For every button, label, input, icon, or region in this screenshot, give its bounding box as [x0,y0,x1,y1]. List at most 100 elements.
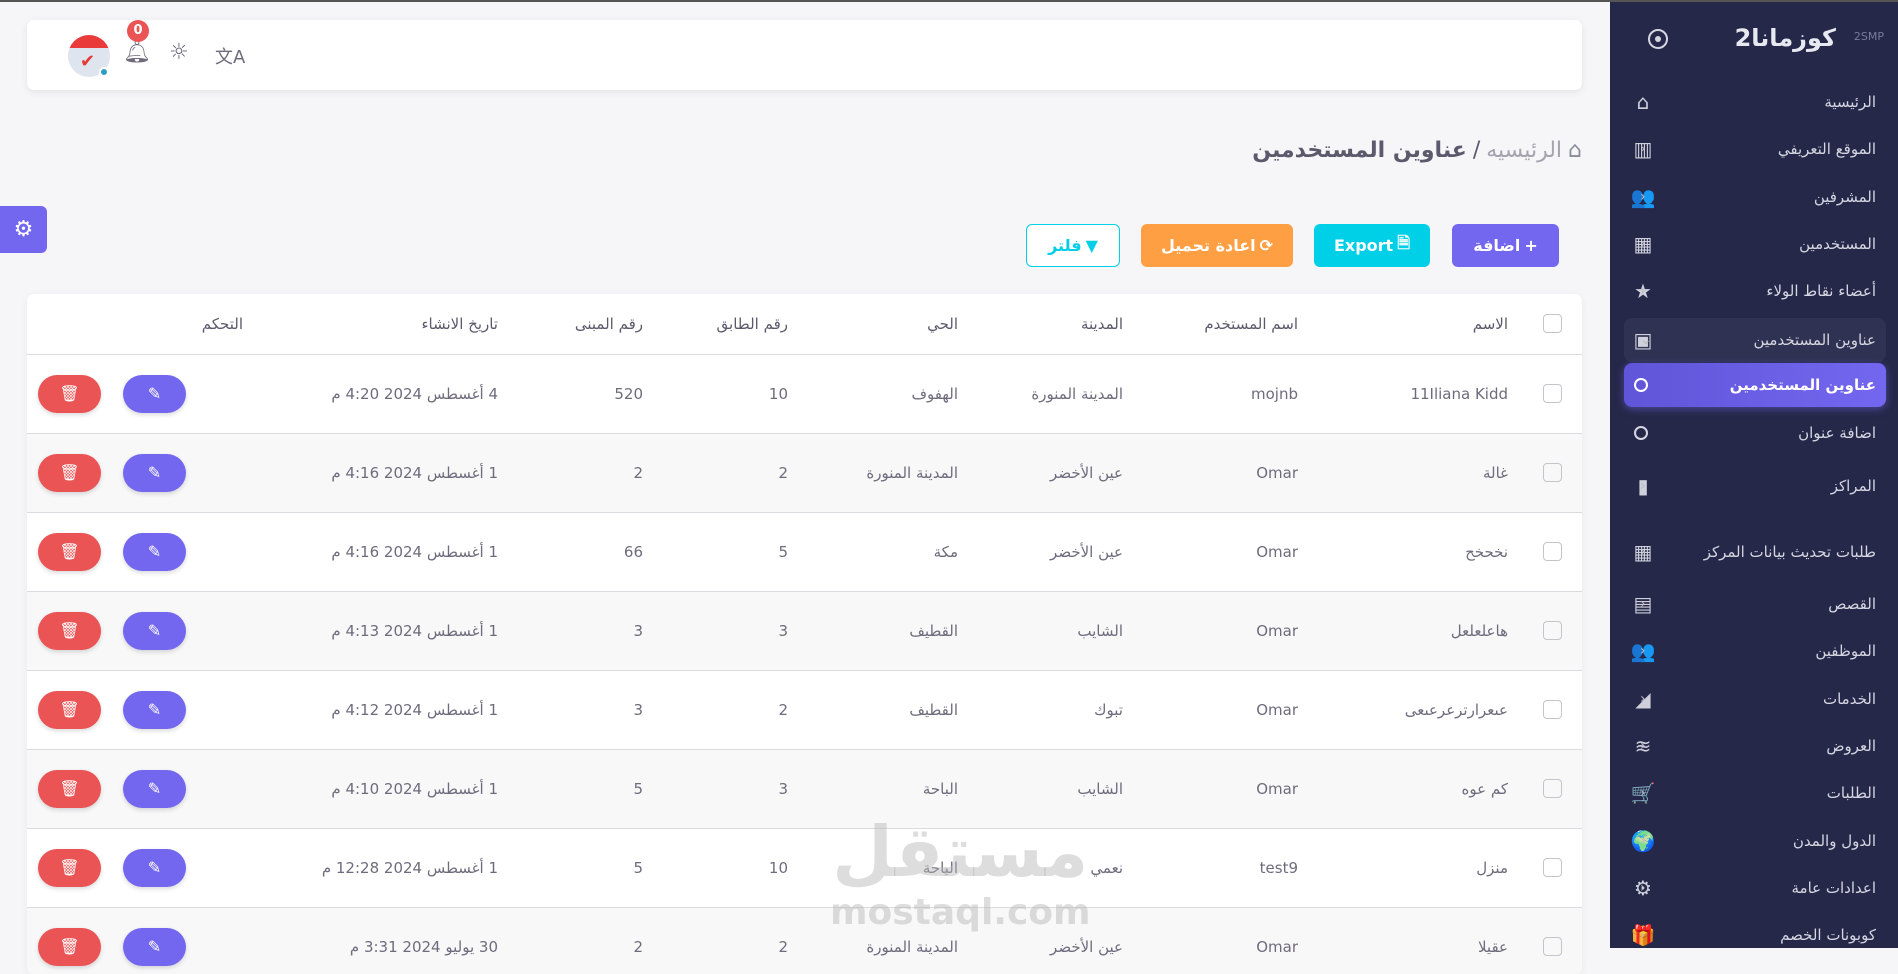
trash-icon: 🗑︎ [59,699,80,719]
export-button[interactable]: 🗎 Export [1314,224,1430,267]
row-checkbox[interactable] [1543,779,1562,798]
table-cell: 5 [655,512,800,592]
column-header[interactable]: تاريخ الانشاء [255,294,510,355]
breadcrumb: ⌂ الرئيسيه / عناوين المستخدمين [1252,138,1582,163]
row-checkbox[interactable] [1543,937,1562,956]
sidebar-item[interactable]: اضافة عنوان [1624,411,1886,455]
delete-button[interactable]: 🗑︎ [38,611,101,650]
chevron-down-icon: ⌄ [1640,332,1652,348]
sidebar-item[interactable]: ▣ عناوين المستخدمين ⌄ [1624,318,1886,362]
sidebar-item-label: القصص [1828,595,1876,613]
delete-button[interactable]: 🗑︎ [38,532,101,571]
sidebar-item[interactable]: ▦ طلبات تحديث بيانات المركز ‹ [1624,522,1886,582]
chevron-left-icon: ‹ [1640,544,1646,560]
sidebar-item-label: الموظفين [1815,642,1876,660]
table-cell: غالة [1310,433,1520,513]
home-icon: ⌂ [1636,90,1650,114]
edit-button[interactable]: ✎ [123,769,186,808]
chevron-left-icon: ‹ [1640,478,1646,494]
row-checkbox[interactable] [1543,700,1562,719]
addresses-table: الاسم اسم المستخدم المدينة الحي رقم الطابق رق… [27,294,1582,974]
table-cell: 5 [510,828,655,908]
sidebar-item[interactable]: ▮ المراكز ‹ [1624,464,1886,508]
translate-icon[interactable]: 文A [215,43,245,69]
sidebar-item[interactable]: 🛒 الطلبات ‹ [1624,771,1886,815]
chevron-left-icon: ‹ [1640,596,1646,612]
delete-button[interactable]: 🗑︎ [38,690,101,729]
table-cell: 4 أغسطس 2024 4:20 م [255,354,510,434]
customizer-gear-button[interactable]: ⚙ [0,206,47,253]
sidebar-item[interactable]: ≋ العروض ‹ [1624,724,1886,768]
row-checkbox[interactable] [1543,621,1562,640]
edit-button[interactable]: ✎ [123,374,186,413]
sidebar-item[interactable]: 🌍 الدول والمدن ‹ [1624,819,1886,863]
select-all-checkbox[interactable] [1543,314,1562,334]
home-icon[interactable]: ⌂ [1568,138,1582,163]
column-header[interactable]: الحي [800,294,970,355]
row-checkbox[interactable] [1543,463,1562,482]
sidebar-item[interactable]: ⌂ الرئيسية [1624,80,1886,124]
edit-button[interactable]: ✎ [123,453,186,492]
delete-button[interactable]: 🗑︎ [38,453,101,492]
sidebar-item[interactable]: ▥ الموقع التعريفي ‹ [1624,127,1886,171]
sidebar-item[interactable]: 👥 المشرفين ‹ [1624,175,1886,219]
trash-icon: 🗑︎ [59,857,80,877]
delete-button[interactable]: 🗑︎ [38,769,101,808]
table-cell: 1 أغسطس 2024 4:13 م [255,591,510,671]
delete-button[interactable]: 🗑︎ [38,848,101,887]
plus-icon: + [1524,236,1538,255]
column-header[interactable]: رقم الطابق [655,294,800,355]
edit-icon: ✎ [147,936,162,956]
table-cell: mojnb [1135,354,1310,434]
bell-icon[interactable]: 🔔︎ [123,40,151,65]
circle-icon [1634,378,1648,392]
column-header[interactable]: اسم المستخدم [1135,294,1310,355]
edit-button[interactable]: ✎ [123,611,186,650]
edit-icon: ✎ [147,620,162,640]
chevron-left-icon: ‹ [1640,141,1646,157]
trash-icon: 🗑︎ [59,936,80,956]
table-cell: 5 [510,749,655,829]
table-cell: الباحة [800,828,970,908]
sidebar-item[interactable]: ★ أعضاء نقاط الولاء ‹ [1624,269,1886,313]
edit-icon: ✎ [147,462,162,482]
trash-icon: 🗑︎ [59,620,80,640]
filter-button[interactable]: ▼ فلتر [1026,224,1120,267]
column-header[interactable]: رقم المبنى [510,294,655,355]
column-header[interactable]: الاسم [1310,294,1520,355]
table-cell: 30 يوليو 2024 3:31 م [255,907,510,974]
sidebar-item[interactable]: عناوين المستخدمين [1624,363,1886,407]
column-header[interactable]: المدينة [970,294,1135,355]
table-cell: الباحة [800,749,970,829]
sidebar-item-label: أعضاء نقاط الولاء [1766,282,1876,300]
breadcrumb-home[interactable]: الرئيسيه [1486,138,1562,163]
sidebar-item[interactable]: 🎁 كوبونات الخصم ‹ [1624,913,1886,957]
delete-button[interactable]: 🗑︎ [38,927,101,966]
table-cell: هاعلعلعل [1310,591,1520,671]
pin-sidebar-toggle[interactable] [1648,29,1668,49]
sidebar: كوزمانا2 2SMP ⌂ الرئيسية ▥ الموقع التعريفي ‹… [1610,2,1898,948]
sidebar-item-label: الرئيسية [1824,93,1876,111]
add-label: اضافة [1473,236,1521,255]
sidebar-item[interactable]: 👥 الموظفين ‹ [1624,629,1886,673]
reload-button[interactable]: ⟳ اعادة تحميل [1141,224,1293,267]
edit-button[interactable]: ✎ [123,690,186,729]
sidebar-item[interactable]: ⚙ اعدادات عامة ‹ [1624,866,1886,910]
row-checkbox[interactable] [1543,384,1562,403]
table-cell: كم عوه [1310,749,1520,829]
edit-button[interactable]: ✎ [123,927,186,966]
chevron-left-icon: ‹ [1640,691,1646,707]
delete-button[interactable]: 🗑︎ [38,374,101,413]
sidebar-item[interactable]: ▤ القصص ‹ [1624,582,1886,626]
edit-button[interactable]: ✎ [123,532,186,571]
row-checkbox[interactable] [1543,542,1562,561]
add-button[interactable]: + اضافة [1452,224,1559,267]
sidebar-item-label: اعدادات عامة [1791,879,1877,897]
column-header[interactable]: التحكم [27,294,255,355]
sidebar-item[interactable]: ▦ المستخدمين ‹ [1624,222,1886,266]
edit-button[interactable]: ✎ [123,848,186,887]
sidebar-item[interactable]: ◢ الخدمات ‹ [1624,677,1886,721]
trash-icon: 🗑︎ [59,778,80,798]
row-checkbox[interactable] [1543,858,1562,877]
sun-icon[interactable]: ☼ [169,40,189,65]
